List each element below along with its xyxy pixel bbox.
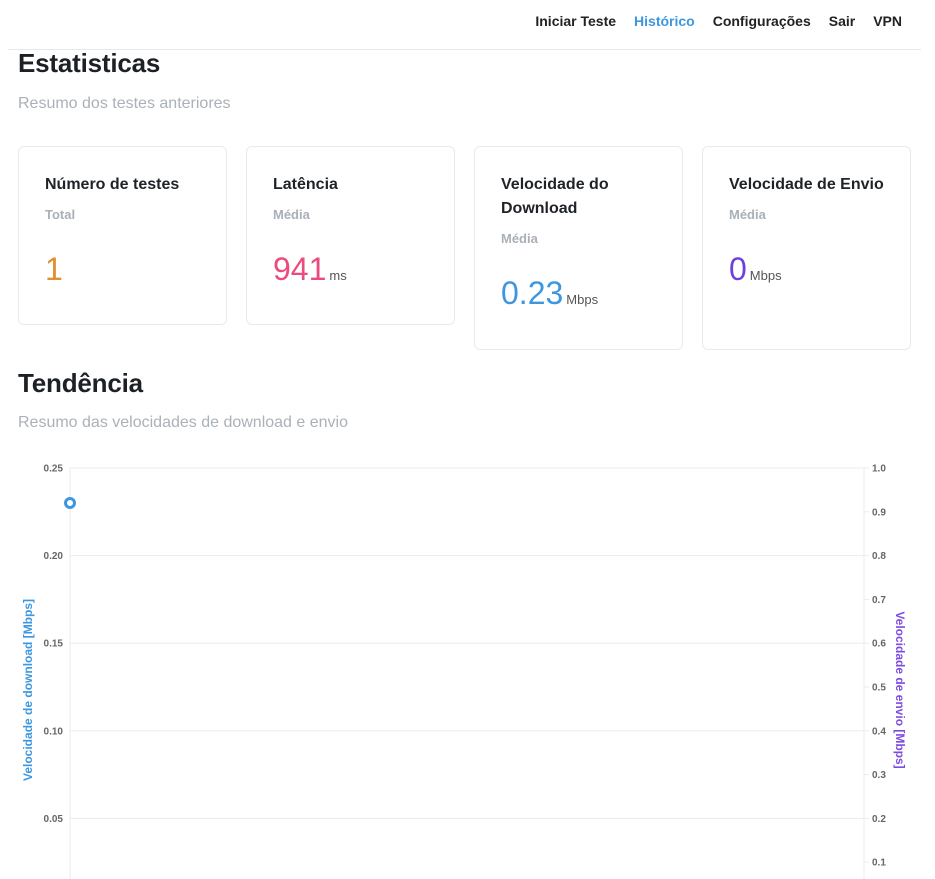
y-left-tick-label: 0.20 bbox=[44, 551, 64, 562]
card-number: 0.23 bbox=[501, 275, 564, 311]
card-subtitle: Média bbox=[273, 207, 310, 222]
card-title: Latência bbox=[273, 176, 338, 193]
nav-sair[interactable]: Sair bbox=[820, 12, 864, 30]
y-right-tick-label: 0.6 bbox=[872, 639, 886, 650]
y-right-tick-label: 0.9 bbox=[872, 507, 886, 518]
y-right-tick-label: 0.5 bbox=[872, 683, 886, 694]
nav-links: Iniciar Teste Histórico Configurações Sa… bbox=[526, 12, 911, 30]
y-left-tick-label: 0.15 bbox=[44, 639, 64, 650]
stats-subtitle: Resumo dos testes anteriores bbox=[18, 95, 231, 112]
card-unit: ms bbox=[329, 268, 347, 283]
download-data-point[interactable] bbox=[64, 497, 76, 510]
y-left-tick-label: 0.10 bbox=[44, 726, 64, 737]
top-navbar: Iniciar Teste Histórico Configurações Sa… bbox=[8, 0, 921, 50]
trend-chart: 0.25 0.20 0.15 0.10 0.05 1.0 0.9 0.8 0.7 0.6 0.5 0… bbox=[21, 464, 907, 879]
card-value: 941 ms bbox=[273, 249, 428, 296]
card-title: Velocidade do Download bbox=[501, 176, 609, 217]
trend-subtitle: Resumo das velocidades de download e env… bbox=[18, 414, 348, 431]
card-title: Velocidade de Envio bbox=[729, 176, 884, 193]
nav-configuracoes[interactable]: Configurações bbox=[704, 12, 820, 30]
card-unit: Mbps bbox=[566, 292, 599, 307]
y-right-tick-label: 0.1 bbox=[872, 858, 886, 869]
card-value: 0.23 Mbps bbox=[501, 273, 656, 320]
trend-title: Tendência bbox=[18, 368, 143, 398]
card-subtitle: Total bbox=[45, 207, 76, 222]
y-left-tick-label: 0.25 bbox=[44, 464, 64, 475]
y-right-tick-label: 1.0 bbox=[872, 464, 886, 475]
nav-iniciar-teste[interactable]: Iniciar Teste bbox=[526, 12, 625, 30]
card-subtitle: Média bbox=[729, 207, 766, 222]
stats-title: Estatisticas bbox=[18, 48, 161, 78]
y-right-tick-label: 0.4 bbox=[872, 726, 886, 737]
y-right-tick-label: 0.2 bbox=[872, 814, 886, 825]
y-left-axis-title: Velocidade de download [Mbps] bbox=[21, 599, 35, 781]
y-right-tick-label: 0.3 bbox=[872, 770, 886, 781]
card-number: 0 bbox=[729, 251, 747, 287]
nav-vpn[interactable]: VPN bbox=[864, 12, 911, 30]
card-subtitle: Média bbox=[501, 231, 538, 246]
card-upload-speed: Velocidade de Envio Média 0 Mbps bbox=[702, 146, 911, 350]
card-latency: Latência Média 941 ms bbox=[246, 146, 455, 325]
y-right-tick-label: 0.7 bbox=[872, 595, 886, 606]
card-value: 0 Mbps bbox=[729, 249, 884, 296]
card-download-speed: Velocidade do Download Média 0.23 Mbps bbox=[474, 146, 683, 350]
card-number: 1 bbox=[45, 251, 63, 287]
card-test-count: Número de testes Total 1 bbox=[18, 146, 227, 325]
nav-historico[interactable]: Histórico bbox=[625, 12, 704, 30]
y-right-tick-label: 0.8 bbox=[872, 551, 886, 562]
card-title: Número de testes bbox=[45, 176, 180, 193]
card-value: 1 bbox=[45, 249, 200, 296]
y-left-tick-label: 0.05 bbox=[44, 814, 64, 825]
y-right-axis-title: Velocidade de envio [Mbps] bbox=[893, 611, 907, 768]
card-unit: Mbps bbox=[749, 268, 782, 283]
card-number: 941 bbox=[273, 251, 327, 287]
